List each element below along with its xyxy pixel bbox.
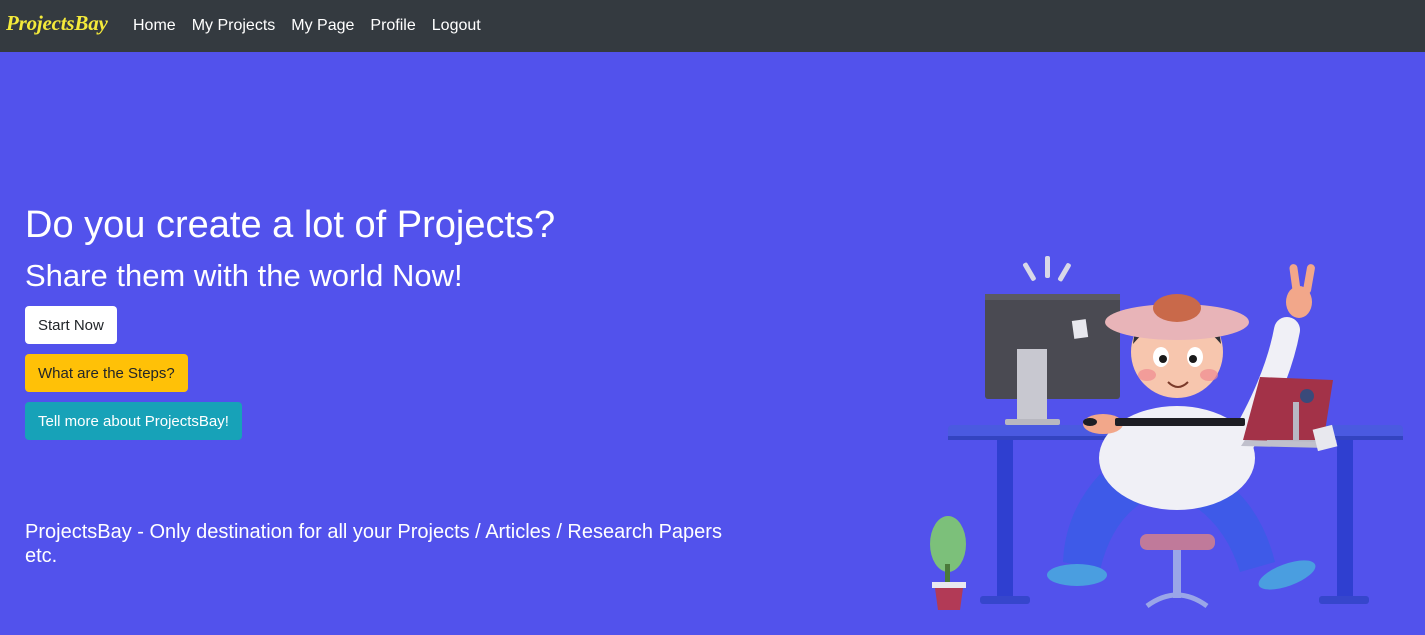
- steps-button[interactable]: What are the Steps?: [25, 354, 188, 392]
- nav-link-home[interactable]: Home: [125, 0, 184, 52]
- hero-headline: Do you create a lot of Projects?: [25, 204, 556, 246]
- brand-logo[interactable]: ProjectsBay: [6, 11, 108, 36]
- hero-section: Do you create a lot of Projects? Share t…: [0, 52, 1425, 635]
- nav-link-my-projects[interactable]: My Projects: [184, 0, 284, 52]
- nav-links: Home My Projects My Page Profile Logout: [125, 0, 489, 52]
- hero-tagline: ProjectsBay - Only destination for all y…: [25, 521, 722, 567]
- nav-link-logout[interactable]: Logout: [424, 0, 489, 52]
- person-at-desk-illustration: [930, 256, 1403, 610]
- nav-link-my-page[interactable]: My Page: [283, 0, 362, 52]
- tell-more-button[interactable]: Tell more about ProjectsBay!: [25, 402, 242, 440]
- hero-subheadline: Share them with the world Now!: [25, 258, 463, 293]
- nav-link-profile[interactable]: Profile: [362, 0, 423, 52]
- start-now-button[interactable]: Start Now: [25, 306, 117, 344]
- navbar: ProjectsBay Home My Projects My Page Pro…: [0, 0, 1425, 52]
